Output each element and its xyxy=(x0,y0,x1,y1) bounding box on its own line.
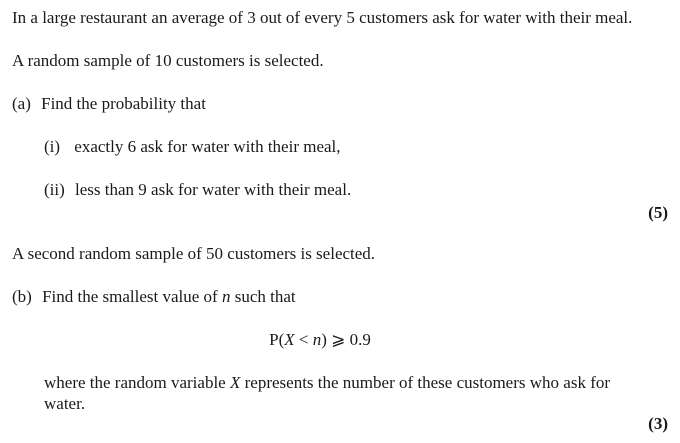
formula-rest: ) ⩾ 0.9 xyxy=(321,330,371,349)
sub-i-label: (i) xyxy=(44,137,61,156)
formula-p: P( xyxy=(269,330,285,349)
part-a-marks: (5) xyxy=(648,203,668,222)
sub-ii-label: (ii) xyxy=(44,180,65,199)
part-a-label: (a) xyxy=(12,94,31,113)
where-line-1: where the random variable X represents t… xyxy=(44,373,610,393)
formula: P(X < n) ⩾ 0.9 xyxy=(0,330,640,350)
intro-text: In a large restaurant an average of 3 ou… xyxy=(12,8,633,27)
part-a-sub-ii: (ii) less than 9 ask for water with thei… xyxy=(44,180,351,200)
sub-ii-text: less than 9 ask for water with their mea… xyxy=(75,180,352,199)
part-a-sub-i: (i) exactly 6 ask for water with their m… xyxy=(44,137,341,157)
where-post: represents the number of these customers… xyxy=(240,373,611,392)
part-a-text: Find the probability that xyxy=(41,94,206,113)
sub-i-text: exactly 6 ask for water with their meal, xyxy=(74,137,341,156)
where-x: X xyxy=(229,373,241,392)
where-pre: where the random variable xyxy=(44,373,230,392)
formula-x: X xyxy=(284,330,295,349)
part-b-heading: (b) Find the smallest value of n such th… xyxy=(12,287,296,307)
sample1-text: A random sample of 10 customers is selec… xyxy=(12,51,324,70)
where-line-2: water. xyxy=(44,394,86,413)
part-b-marks: (3) xyxy=(648,414,668,433)
formula-n: n xyxy=(312,330,322,349)
sample2-text: A second random sample of 50 customers i… xyxy=(12,244,376,263)
part-b-label: (b) xyxy=(12,287,32,306)
part-b-text-post: such that xyxy=(230,287,296,306)
part-a-heading: (a) Find the probability that xyxy=(12,94,206,114)
part-b-text-pre: Find the smallest value of xyxy=(42,287,222,306)
formula-lt: < xyxy=(294,330,313,349)
